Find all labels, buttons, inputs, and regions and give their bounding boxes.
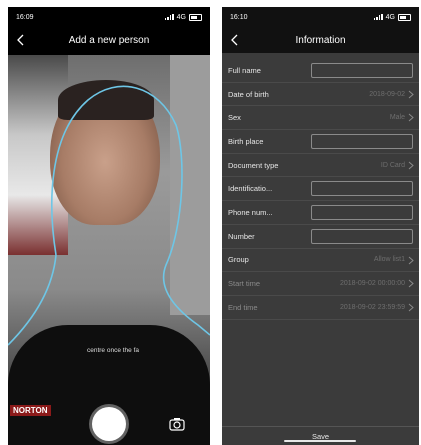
network-type: 4G bbox=[385, 13, 395, 21]
field-label: Full name bbox=[228, 65, 261, 75]
form-row-phone-num[interactable]: Phone num... bbox=[222, 201, 419, 225]
field-label: Identificatio... bbox=[228, 184, 273, 194]
number-input[interactable] bbox=[311, 228, 413, 244]
field-label: Birth place bbox=[228, 136, 264, 146]
add-person-screen: NORTON centre once the fa 16:09 4G Add a… bbox=[8, 7, 210, 445]
phone-num-input[interactable] bbox=[311, 204, 413, 220]
battery-icon bbox=[189, 13, 202, 21]
field-value: Allow list1 bbox=[373, 256, 405, 264]
back-icon[interactable] bbox=[14, 32, 28, 48]
field-label: Date of birth bbox=[228, 89, 269, 99]
form-row-birth-place[interactable]: Birth place bbox=[222, 130, 419, 154]
face-guide-outline bbox=[8, 85, 210, 346]
field-label: Group bbox=[228, 255, 249, 265]
information-screen: 16:10 4G Information Full name Date of bi… bbox=[222, 7, 419, 445]
information-form: Full name Date of birth 2018-09-02 Sex Male B… bbox=[222, 59, 419, 320]
signal-icon bbox=[164, 14, 174, 20]
network-type: 4G bbox=[176, 13, 186, 21]
form-row-start-time[interactable]: Start time 2018-09-02 00:00:00 bbox=[222, 272, 419, 296]
form-row-full-name[interactable]: Full name bbox=[222, 59, 419, 83]
shutter-button[interactable] bbox=[92, 407, 126, 441]
status-bar: 16:09 4G bbox=[8, 7, 210, 27]
status-time: 16:10 bbox=[230, 13, 248, 21]
camera-preview: NORTON centre once the fa bbox=[8, 55, 210, 445]
field-value: ID Card bbox=[380, 161, 405, 169]
field-label: Start time bbox=[228, 279, 261, 289]
page-title: Add a new person bbox=[68, 34, 150, 46]
form-row-identificatio[interactable]: Identificatio... bbox=[222, 177, 419, 202]
save-button[interactable]: Save bbox=[222, 426, 419, 445]
back-icon[interactable] bbox=[228, 32, 242, 48]
chevron-right-icon bbox=[408, 279, 414, 288]
field-label: Phone num... bbox=[228, 207, 273, 217]
birth-place-input[interactable] bbox=[311, 133, 413, 149]
form-row-document-type[interactable]: Document type ID Card bbox=[222, 154, 419, 178]
field-label: Number bbox=[228, 231, 255, 241]
page-title: Information bbox=[295, 34, 346, 46]
status-bar: 16:10 4G bbox=[222, 7, 419, 27]
full-name-input[interactable] bbox=[311, 62, 413, 78]
field-label: End time bbox=[228, 302, 258, 312]
field-value: 2018-09-02 00:00:00 bbox=[340, 280, 405, 288]
status-time: 16:09 bbox=[16, 13, 34, 21]
nav-bar: Add a new person bbox=[8, 27, 210, 53]
form-row-group[interactable]: Group Allow list1 bbox=[222, 249, 419, 273]
chevron-right-icon bbox=[408, 256, 414, 264]
battery-icon bbox=[398, 13, 411, 21]
form-row-date-of-birth[interactable]: Date of birth 2018-09-02 bbox=[222, 83, 419, 107]
chevron-right-icon bbox=[408, 303, 414, 312]
shirt-logo: NORTON bbox=[10, 405, 51, 416]
chevron-right-icon bbox=[408, 90, 414, 99]
form-row-sex[interactable]: Sex Male bbox=[222, 106, 419, 131]
field-value: Male bbox=[389, 114, 405, 122]
signal-icon bbox=[373, 14, 383, 20]
identificatio-input[interactable] bbox=[311, 181, 413, 197]
field-label: Sex bbox=[228, 113, 241, 123]
field-value: 2018-09-02 bbox=[369, 90, 405, 98]
field-value: 2018-09-02 23:59:59 bbox=[340, 303, 405, 311]
form-row-number[interactable]: Number bbox=[222, 225, 419, 249]
field-label: Document type bbox=[228, 160, 279, 170]
nav-bar: Information bbox=[222, 27, 419, 53]
switch-camera-icon[interactable] bbox=[168, 415, 186, 433]
form-row-end-time[interactable]: End time 2018-09-02 23:59:59 bbox=[222, 296, 419, 320]
chevron-right-icon bbox=[408, 161, 414, 170]
home-indicator bbox=[284, 440, 356, 442]
capture-hint: centre once the fa bbox=[86, 347, 140, 354]
chevron-right-icon bbox=[408, 113, 414, 122]
